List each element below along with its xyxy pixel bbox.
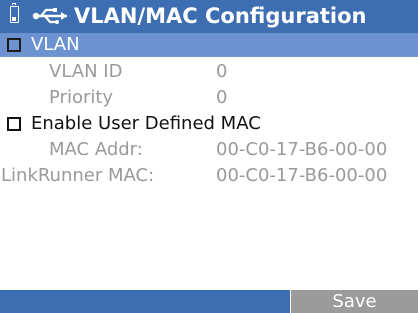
vlan-id-row: VLAN ID 0: [0, 60, 418, 84]
linkrunner-mac-row: LinkRunner MAC: 00-C0-17-B6-00-00: [0, 164, 418, 188]
save-button[interactable]: Save: [290, 290, 418, 313]
vlan-id-label: VLAN ID: [49, 61, 123, 82]
title-bar: VLAN/MAC Configuration: [0, 0, 418, 33]
battery-icon: [10, 3, 19, 23]
enable-mac-checkbox[interactable]: [7, 117, 21, 131]
vlan-row[interactable]: VLAN: [0, 33, 418, 57]
page-title: VLAN/MAC Configuration: [74, 4, 367, 28]
priority-value: 0: [216, 87, 228, 108]
vlan-checkbox[interactable]: [7, 38, 21, 52]
enable-mac-row[interactable]: Enable User Defined MAC: [0, 112, 418, 136]
softkey-bar: Save: [0, 290, 418, 313]
vlan-id-value: 0: [216, 61, 228, 82]
priority-row: Priority 0: [0, 86, 418, 110]
linkrunner-mac-value: 00-C0-17-B6-00-00: [216, 165, 388, 186]
mac-addr-row: MAC Addr: 00-C0-17-B6-00-00: [0, 138, 418, 162]
linkrunner-mac-label: LinkRunner MAC:: [1, 165, 155, 186]
mac-addr-label: MAC Addr:: [49, 139, 143, 160]
usb-link-icon: [32, 8, 67, 24]
mac-addr-value: 00-C0-17-B6-00-00: [216, 139, 388, 160]
enable-mac-label: Enable User Defined MAC: [31, 113, 261, 134]
vlan-label: VLAN: [31, 34, 80, 55]
priority-label: Priority: [49, 87, 114, 108]
